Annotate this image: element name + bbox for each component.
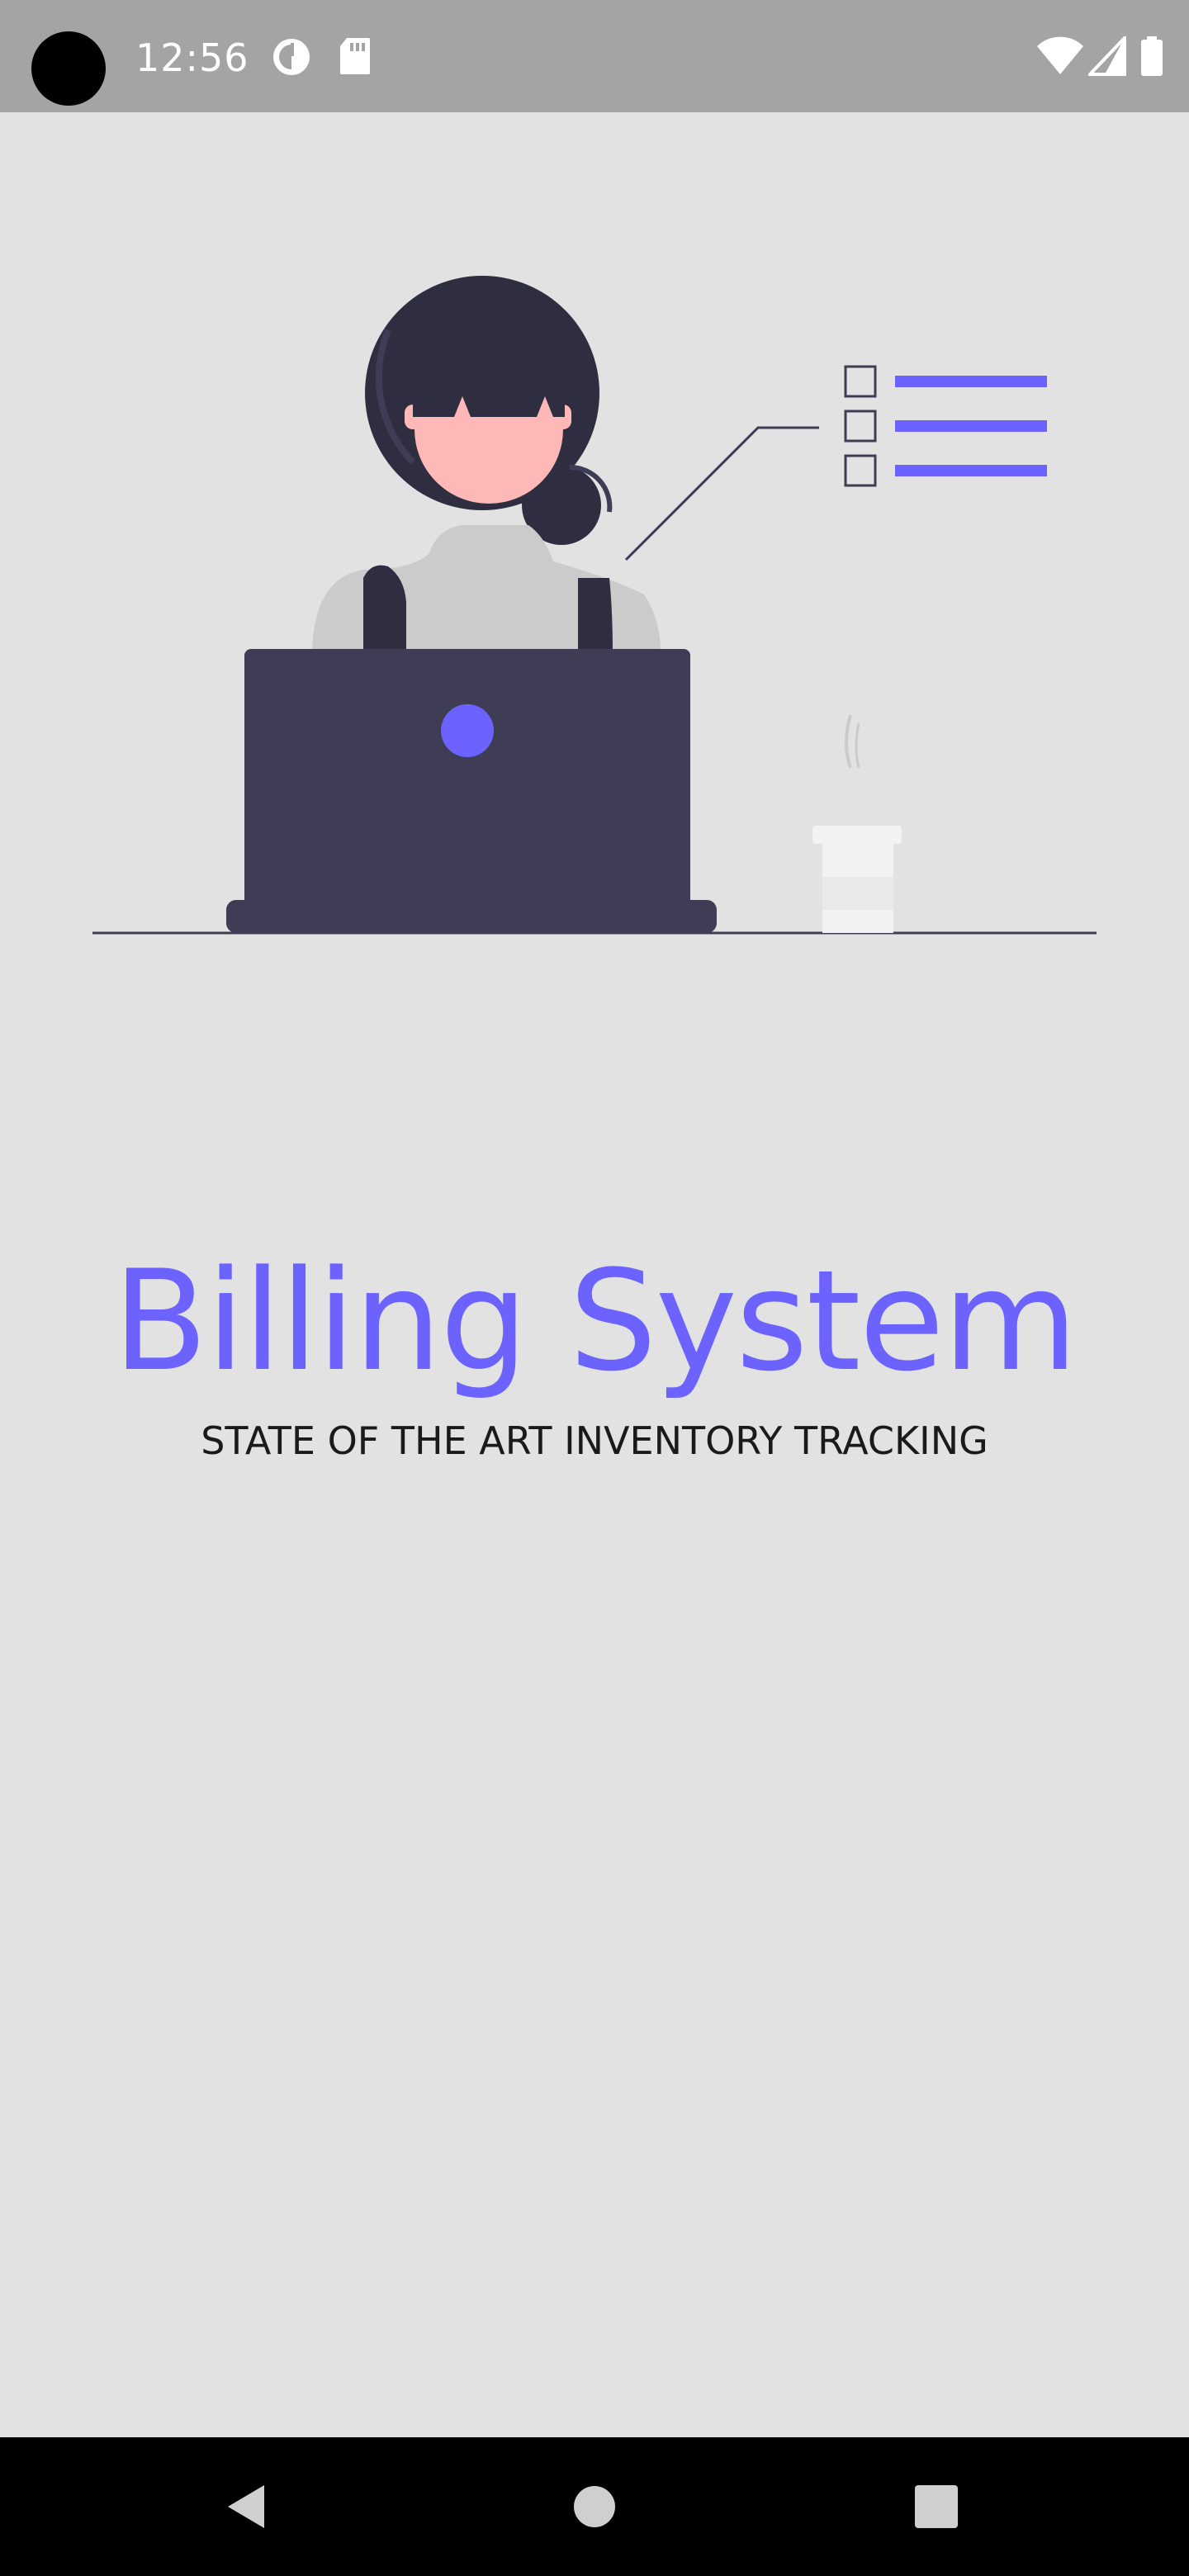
battery-icon bbox=[1139, 36, 1164, 79]
splash-screen: 12:56 Billing System STATE OF THE ART IN… bbox=[0, 0, 1189, 2576]
recents-square-icon bbox=[915, 2485, 958, 2528]
woman-at-laptop-illustration bbox=[92, 276, 1097, 935]
sd-card-icon bbox=[339, 36, 372, 79]
status-time: 12:56 bbox=[135, 36, 249, 80]
data-saver-icon bbox=[271, 36, 312, 81]
navigation-bar bbox=[0, 2437, 1189, 2576]
laptop-graphic bbox=[226, 649, 717, 933]
back-button[interactable] bbox=[165, 2437, 330, 2576]
app-subtitle: STATE OF THE ART INVENTORY TRACKING bbox=[201, 1418, 988, 1463]
wifi-icon bbox=[1037, 36, 1083, 79]
signal-icon bbox=[1086, 34, 1126, 79]
status-bar: 12:56 bbox=[0, 0, 1189, 112]
coffee-cup-graphic bbox=[812, 714, 902, 933]
back-triangle-icon bbox=[228, 2485, 264, 2528]
home-button[interactable] bbox=[512, 2437, 677, 2576]
camera-cutout bbox=[31, 31, 106, 106]
home-circle-icon bbox=[574, 2486, 615, 2527]
checklist-graphic bbox=[844, 365, 1047, 487]
connector-line bbox=[624, 426, 819, 561]
recents-button[interactable] bbox=[854, 2437, 1019, 2576]
woman-figure bbox=[312, 276, 661, 652]
app-title: Billing System bbox=[112, 1240, 1078, 1402]
